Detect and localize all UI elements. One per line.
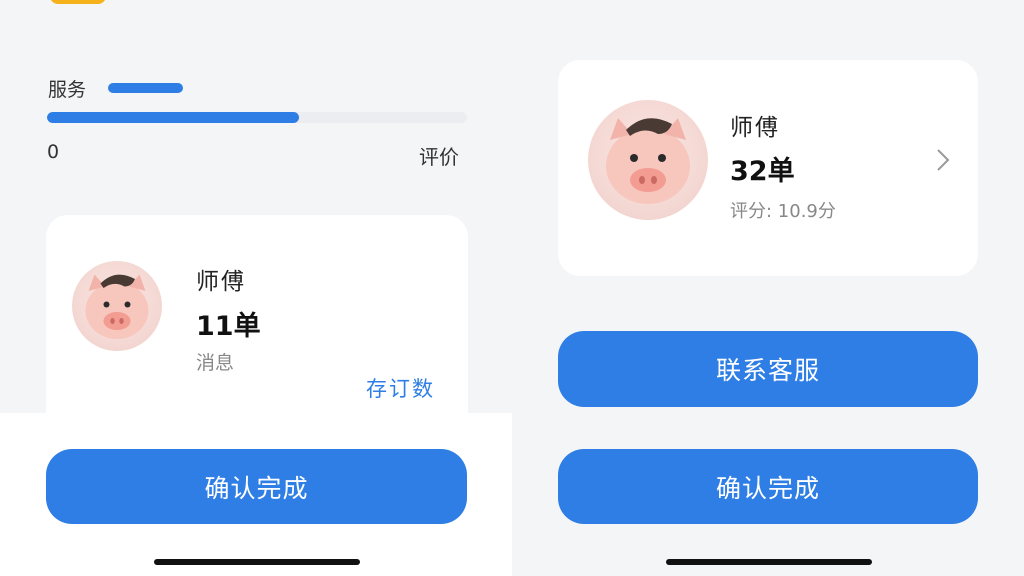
contact-service-button[interactable]: 联系客服 (558, 331, 978, 407)
progress-title: 服务 (48, 79, 87, 101)
rating-label: 评分: 10.9分 (730, 201, 836, 222)
home-indicator[interactable] (154, 559, 360, 565)
pig-avatar-icon (588, 100, 708, 220)
progress-bar (47, 112, 467, 123)
progress-end-label: 评价 (419, 145, 459, 169)
order-count: 32单 (730, 156, 795, 187)
progress-bar-fill (47, 112, 299, 123)
order-count: 11单 (196, 311, 261, 342)
progress-start-label: 0 (47, 141, 60, 163)
confirm-complete-button[interactable]: 确认完成 (46, 449, 467, 524)
progress-indicator-pill (108, 83, 183, 93)
top-badge (50, 0, 106, 4)
confirm-complete-button-right[interactable]: 确认完成 (558, 449, 978, 524)
master-name: 师傅 (730, 115, 780, 141)
home-indicator[interactable] (666, 559, 872, 565)
pig-avatar-icon (72, 261, 162, 351)
message-label: 消息 (196, 352, 235, 374)
orders-link[interactable]: 存订数 (366, 373, 435, 403)
master-name: 师傅 (196, 269, 246, 295)
master-card-right[interactable]: 师傅 32单 评分: 10.9分 (558, 60, 978, 276)
chevron-right-icon[interactable] (936, 148, 950, 172)
